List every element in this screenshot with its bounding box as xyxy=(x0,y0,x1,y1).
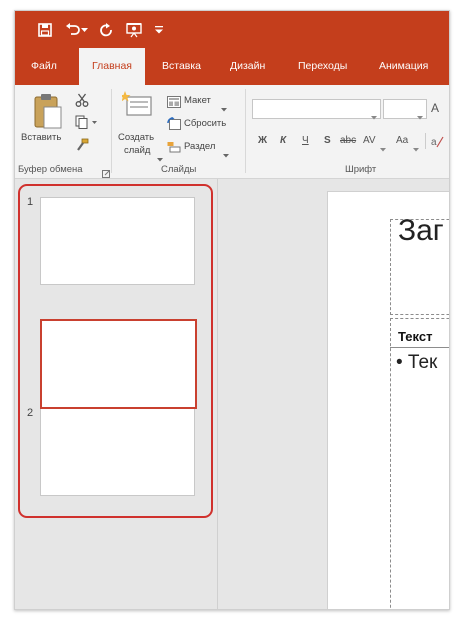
slides-group-label: Слайды xyxy=(161,164,197,175)
font-name-input[interactable] xyxy=(252,99,381,119)
layout-chevron-icon[interactable] xyxy=(221,99,227,117)
ribbon: Вставить Буфер обмена Создать слайд Маке… xyxy=(15,85,449,179)
slide-thumbnail[interactable] xyxy=(40,197,195,285)
slide-thumbnail[interactable] xyxy=(40,408,195,496)
tab-animations[interactable]: Анимация xyxy=(379,48,428,85)
slide-canvas[interactable]: Заг Текст • Тек xyxy=(327,191,449,609)
paste-icon[interactable] xyxy=(29,91,65,131)
svg-text:a: a xyxy=(431,137,437,148)
slide-title[interactable]: Заг xyxy=(398,214,444,248)
spacing-chevron-icon[interactable] xyxy=(380,139,386,157)
slide-bullet-text[interactable]: • Тек xyxy=(396,352,437,374)
tab-file[interactable]: Файл xyxy=(31,48,57,85)
new-slide-button[interactable]: Создать xyxy=(118,132,154,143)
slide-subtitle[interactable]: Текст xyxy=(398,329,432,344)
undo-dropdown-icon[interactable] xyxy=(79,20,89,40)
slide-number: 1 xyxy=(27,196,34,208)
work-area: 1 2 Заг Текст • Тек xyxy=(15,179,449,609)
divider xyxy=(390,347,449,348)
layout-button[interactable]: Макет xyxy=(184,95,211,106)
change-case-button[interactable]: Aa xyxy=(396,135,408,146)
shadow-button[interactable]: S xyxy=(324,135,331,146)
bold-button[interactable]: Ж xyxy=(258,135,267,146)
grow-font-button[interactable]: A xyxy=(431,101,439,115)
save-icon[interactable] xyxy=(34,20,56,40)
section-chevron-icon[interactable] xyxy=(223,145,229,163)
tab-home[interactable]: Главная xyxy=(79,48,145,85)
tab-design[interactable]: Дизайн xyxy=(230,48,265,85)
slideshow-icon[interactable] xyxy=(123,20,145,40)
strikethrough-button[interactable]: abc xyxy=(340,135,356,146)
cut-icon[interactable] xyxy=(75,93,89,112)
copy-icon[interactable] xyxy=(75,115,99,134)
font-name-chevron-icon[interactable] xyxy=(371,107,377,125)
reset-icon[interactable] xyxy=(167,117,181,135)
ribbon-tabs: Файл Главная Вставка Дизайн Переходы Ани… xyxy=(15,48,449,85)
reset-button[interactable]: Сбросить xyxy=(184,118,226,129)
clipboard-group-label: Буфер обмена xyxy=(18,164,83,175)
slide-number: 2 xyxy=(27,407,34,419)
customize-icon[interactable] xyxy=(152,20,166,40)
section-icon[interactable] xyxy=(167,140,181,158)
powerpoint-window: Файл Главная Вставка Дизайн Переходы Ани… xyxy=(14,10,450,610)
new-slide-button-line2[interactable]: слайд xyxy=(124,145,150,156)
underline-button[interactable]: Ч xyxy=(302,135,309,146)
tab-transitions[interactable]: Переходы xyxy=(298,48,347,85)
paste-button[interactable]: Вставить xyxy=(21,132,61,143)
layout-icon[interactable] xyxy=(167,95,181,113)
clear-formatting-icon[interactable]: a xyxy=(431,135,445,153)
separator xyxy=(425,133,426,149)
redo-icon[interactable] xyxy=(95,20,117,40)
font-size-chevron-icon[interactable] xyxy=(417,107,423,125)
slide-thumbnail-pane[interactable]: 1 2 xyxy=(15,179,218,609)
section-button[interactable]: Раздел xyxy=(184,141,215,152)
separator xyxy=(245,89,246,173)
character-spacing-button[interactable]: AV xyxy=(363,135,376,146)
italic-button[interactable]: К xyxy=(280,135,286,146)
new-slide-icon[interactable] xyxy=(119,89,154,127)
format-painter-icon[interactable] xyxy=(75,138,89,157)
tab-insert[interactable]: Вставка xyxy=(162,48,201,85)
title-bar xyxy=(15,11,449,48)
separator xyxy=(111,89,112,173)
case-chevron-icon[interactable] xyxy=(413,139,419,157)
font-group-label: Шрифт xyxy=(345,164,377,175)
dragged-slide-outline[interactable] xyxy=(40,319,197,409)
